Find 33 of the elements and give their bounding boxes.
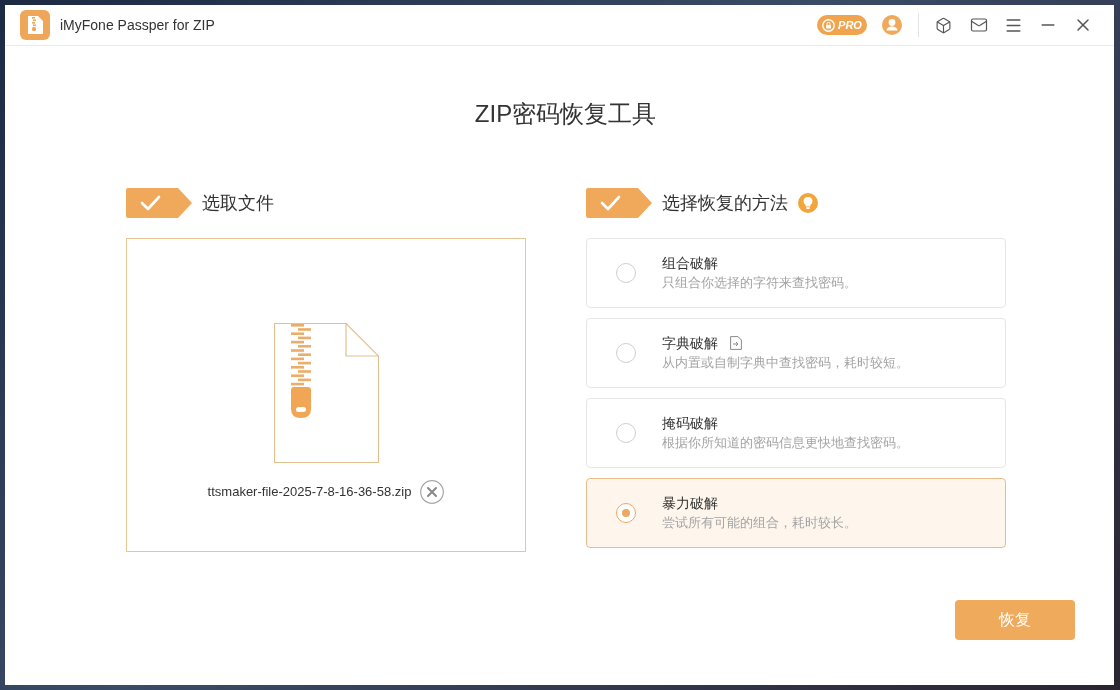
method-description: 根据你所知道的密码信息更快地查找密码。 <box>662 434 909 452</box>
user-avatar-icon[interactable] <box>882 15 902 35</box>
radio-button[interactable] <box>616 503 636 523</box>
file-import-icon[interactable] <box>730 336 742 350</box>
radio-button[interactable] <box>616 263 636 283</box>
method-option[interactable]: 组合破解 只组合你选择的字符来查找密码。 <box>586 238 1006 308</box>
lock-icon <box>822 18 836 32</box>
radio-button[interactable] <box>616 343 636 363</box>
method-description: 尝试所有可能的组合，耗时较长。 <box>662 514 857 532</box>
zip-file-icon <box>273 323 379 463</box>
method-title: 掩码破解 <box>662 414 718 433</box>
method-title: 组合破解 <box>662 254 718 273</box>
method-description: 只组合你选择的字符来查找密码。 <box>662 274 857 292</box>
file-name: ttsmaker-file-2025-7-8-16-36-58.zip <box>207 483 412 502</box>
method-option[interactable]: 暴力破解 尝试所有可能的组合，耗时较长。 <box>586 478 1006 548</box>
step-label: 选取文件 <box>202 191 274 215</box>
step-label: 选择恢复的方法 <box>662 191 788 215</box>
file-drop-area[interactable]: ttsmaker-file-2025-7-8-16-36-58.zip <box>126 238 526 552</box>
lightbulb-icon[interactable] <box>798 193 818 213</box>
page-heading: ZIP密码恢复工具 <box>474 99 657 129</box>
radio-button[interactable] <box>616 423 636 443</box>
method-title: 暴力破解 <box>662 494 718 513</box>
method-option[interactable]: 掩码破解 根据你所知道的密码信息更快地查找密码。 <box>586 398 1006 468</box>
method-title: 字典破解 <box>662 334 718 353</box>
mail-icon[interactable] <box>970 16 988 34</box>
window-title: iMyFone Passper for ZIP <box>60 15 215 35</box>
method-description: 从内置或自制字典中查找密码，耗时较短。 <box>662 354 909 372</box>
check-tag-icon <box>126 188 192 218</box>
app-logo-icon <box>20 10 50 40</box>
check-tag-icon <box>586 188 652 218</box>
close-icon[interactable] <box>420 480 445 504</box>
cube-icon[interactable] <box>935 16 952 34</box>
method-option[interactable]: 字典破解 从内置或自制字典中查找密码，耗时较短。 <box>586 318 1006 388</box>
